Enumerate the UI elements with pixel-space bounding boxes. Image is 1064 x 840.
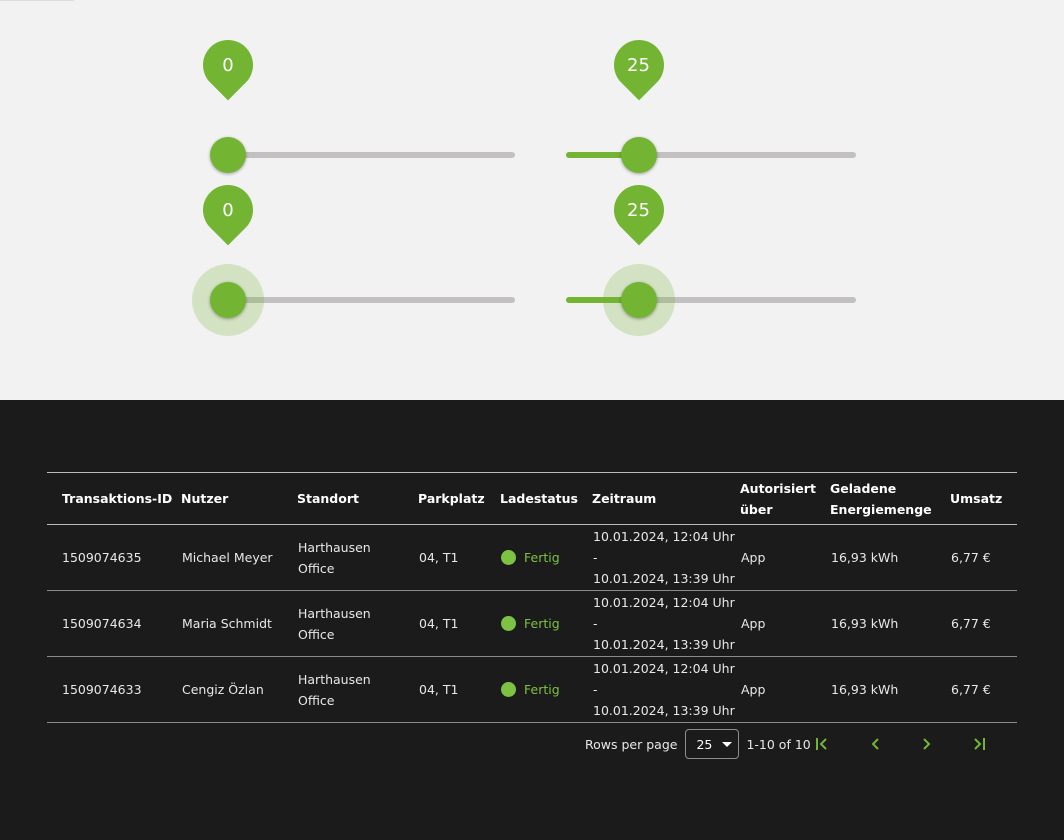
page-range: 1-10 of 10 (746, 736, 811, 752)
location-line2: Office (298, 626, 335, 642)
header-status[interactable]: Ladestatus (500, 473, 592, 525)
cell-authorized-via: App (741, 682, 766, 697)
cell-status: Fertig (500, 657, 592, 723)
cell-user: Michael Meyer (182, 550, 273, 565)
last-page-icon (974, 738, 985, 750)
status-text: Fertig (524, 616, 560, 631)
header-energy-line1: Geladene (830, 480, 897, 496)
cell-period: 10.01.2024, 12:04 Uhr - 10.01.2024, 13:3… (592, 591, 740, 657)
previous-page-icon (871, 738, 879, 750)
header-location[interactable]: Standort (297, 473, 418, 525)
range-slider[interactable]: 0 (192, 29, 515, 186)
table-row[interactable]: 1509074633 Cengiz Özlan Harthausen Offic… (47, 657, 1017, 723)
range-slider-focused[interactable]: 25 (566, 174, 856, 336)
status-done-icon (501, 550, 516, 565)
cell-location: Harthausen Office (297, 591, 418, 657)
cell-status: Fertig (500, 525, 592, 591)
period-end: 10.01.2024, 13:39 Uhr (593, 637, 735, 652)
cell-parking: 04, T1 (419, 682, 459, 697)
cell-transaction-id: 1509074634 (62, 616, 142, 631)
pagination: Rows per page 25 1-10 of 10 (585, 728, 811, 760)
cell-period: 10.01.2024, 12:04 Uhr - 10.01.2024, 13:3… (592, 525, 740, 591)
status-done-icon (501, 682, 516, 697)
cell-revenue: 6,77 € (951, 616, 991, 631)
header-authorized-line2: über (740, 501, 773, 517)
first-page-icon (816, 738, 827, 750)
header-transaction-id[interactable]: Transaktions-ID (47, 473, 181, 525)
cell-location: Harthausen Office (297, 657, 418, 723)
header-energy-line2: Energiemenge (830, 501, 932, 517)
cell-period: 10.01.2024, 12:04 Uhr - 10.01.2024, 13:3… (592, 657, 740, 723)
value-label: 25 (627, 55, 650, 76)
header-authorized-via[interactable]: Autorisiert über (740, 473, 830, 525)
period-start: 10.01.2024, 12:04 Uhr - (593, 529, 735, 565)
header-revenue[interactable]: Umsatz (950, 473, 1017, 525)
header-authorized-line1: Autorisiert (740, 480, 816, 496)
last-page-button[interactable] (967, 732, 991, 756)
slider-track[interactable] (228, 152, 515, 158)
rows-per-page-value: 25 (696, 736, 713, 752)
header-parking[interactable]: Parkplatz (418, 473, 500, 525)
cell-parking: 04, T1 (419, 550, 459, 565)
value-label: 0 (222, 55, 234, 76)
cell-revenue: 6,77 € (951, 682, 991, 697)
cell-parking: 04, T1 (419, 616, 459, 631)
cell-user: Cengiz Özlan (182, 682, 264, 697)
slider-thumb[interactable] (210, 282, 246, 318)
cell-authorized-via: App (741, 550, 766, 565)
slider-thumb[interactable] (620, 282, 657, 318)
status-text: Fertig (524, 682, 560, 697)
header-period[interactable]: Zeitraum (592, 473, 740, 525)
location-line2: Office (298, 692, 335, 708)
value-label: 25 (627, 200, 650, 221)
location-line1: Harthausen (298, 605, 371, 621)
table-header-row: Transaktions-ID Nutzer Standort Parkplat… (47, 472, 1017, 525)
rows-per-page-label: Rows per page (585, 736, 678, 752)
caret-down-icon (722, 741, 733, 747)
range-slider[interactable]: 25 (566, 29, 856, 186)
top-edge-tab (0, 0, 74, 1)
cell-energy: 16,93 kWh (831, 682, 899, 697)
cell-status: Fertig (500, 591, 592, 657)
next-page-icon (923, 738, 931, 750)
slider-track[interactable] (228, 297, 515, 303)
cell-energy: 16,93 kWh (831, 616, 899, 631)
status-done-icon (501, 616, 516, 631)
period-start: 10.01.2024, 12:04 Uhr - (593, 595, 735, 631)
previous-page-button[interactable] (864, 732, 888, 756)
location-line2: Office (298, 560, 335, 576)
cell-energy: 16,93 kWh (831, 550, 899, 565)
first-page-button[interactable] (810, 732, 834, 756)
cell-location: Harthausen Office (297, 525, 418, 591)
cell-user: Maria Schmidt (182, 616, 272, 631)
slider-thumb[interactable] (210, 137, 246, 173)
value-label: 0 (222, 200, 234, 221)
transactions-table: Transaktions-ID Nutzer Standort Parkplat… (47, 472, 1017, 723)
slider-showcase: 0 25 0 25 (0, 0, 1064, 400)
cell-authorized-via: App (741, 616, 766, 631)
cell-revenue: 6,77 € (951, 550, 991, 565)
period-end: 10.01.2024, 13:39 Uhr (593, 703, 735, 718)
table-row[interactable]: 1509074635 Michael Meyer Harthausen Offi… (47, 525, 1017, 591)
header-user[interactable]: Nutzer (181, 473, 297, 525)
status-text: Fertig (524, 550, 560, 565)
header-energy[interactable]: Geladene Energiemenge (830, 473, 950, 525)
slider-thumb[interactable] (620, 137, 657, 173)
table-row[interactable]: 1509074634 Maria Schmidt Harthausen Offi… (47, 591, 1017, 657)
cell-transaction-id: 1509074635 (62, 550, 142, 565)
period-end: 10.01.2024, 13:39 Uhr (593, 571, 735, 586)
range-slider-focused[interactable]: 0 (192, 174, 515, 336)
rows-per-page-select[interactable]: 25 (685, 729, 740, 759)
next-page-button[interactable] (914, 732, 938, 756)
location-line1: Harthausen (298, 671, 371, 687)
transactions-table-container: Transaktions-ID Nutzer Standort Parkplat… (47, 472, 1017, 723)
location-line1: Harthausen (298, 539, 371, 555)
cell-transaction-id: 1509074633 (62, 682, 142, 697)
period-start: 10.01.2024, 12:04 Uhr - (593, 661, 735, 697)
